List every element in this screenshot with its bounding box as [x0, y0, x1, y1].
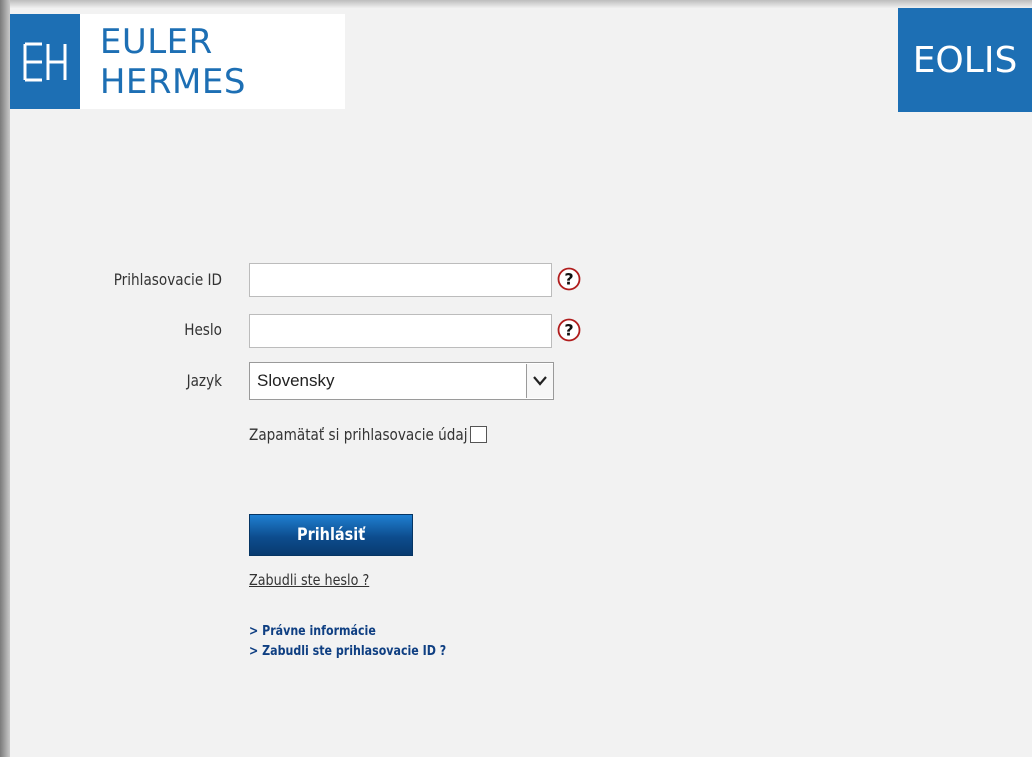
- eh-logo-icon: [10, 14, 80, 109]
- login-button-label: Prihlásiť: [296, 525, 366, 545]
- language-selected-value: Slovensky: [257, 371, 335, 390]
- legal-info-link[interactable]: > Právne informácie: [249, 624, 376, 639]
- product-logo: EOLIS: [898, 8, 1032, 112]
- svg-text:?: ?: [564, 321, 573, 340]
- login-id-label: Prihlasovacie ID: [113, 270, 222, 289]
- remember-login-label: Zapamätať si prihlasovacie údaj: [249, 425, 468, 444]
- password-input[interactable]: [249, 314, 552, 348]
- chevron-down-icon[interactable]: [526, 364, 553, 398]
- remember-login-checkbox[interactable]: [470, 426, 488, 443]
- forgot-login-id-link[interactable]: > Zabudli ste prihlasovacie ID ?: [249, 644, 446, 659]
- login-button[interactable]: Prihlásiť: [249, 514, 413, 556]
- language-label: Jazyk: [186, 371, 222, 390]
- brand-logo: EULER HERMES: [10, 14, 345, 109]
- question-mark-icon[interactable]: ?: [557, 318, 581, 342]
- window-top-edge: [0, 0, 1032, 8]
- brand-name: EULER HERMES: [99, 21, 246, 102]
- window-left-edge: [0, 0, 10, 757]
- question-mark-icon[interactable]: ?: [557, 267, 581, 291]
- language-select[interactable]: Slovensky: [249, 362, 554, 400]
- remember-login-row: Zapamätať si prihlasovacie údaj: [249, 425, 488, 444]
- svg-text:?: ?: [564, 270, 573, 289]
- password-label: Heslo: [184, 320, 222, 339]
- forgot-password-link[interactable]: Zabudli ste heslo ?: [249, 571, 369, 589]
- login-id-input[interactable]: [249, 263, 552, 297]
